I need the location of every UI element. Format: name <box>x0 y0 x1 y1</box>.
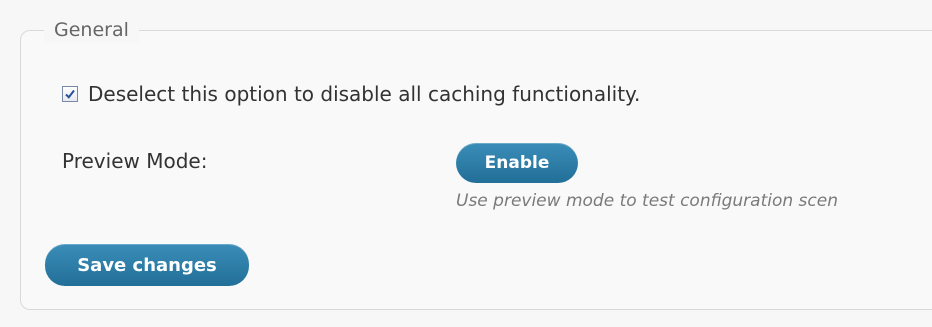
caching-option-row: Deselect this option to disable all cach… <box>62 80 640 108</box>
caching-checkbox-label[interactable]: Deselect this option to disable all cach… <box>88 82 640 106</box>
save-changes-button[interactable]: Save changes <box>45 244 249 286</box>
preview-mode-hint: Use preview mode to test configuration s… <box>456 191 838 211</box>
preview-mode-label: Preview Mode: <box>62 149 208 173</box>
enable-preview-button[interactable]: Enable <box>456 143 578 183</box>
caching-checkbox[interactable] <box>62 86 78 102</box>
fieldset-legend: General <box>44 17 139 43</box>
checkmark-icon <box>65 89 75 99</box>
